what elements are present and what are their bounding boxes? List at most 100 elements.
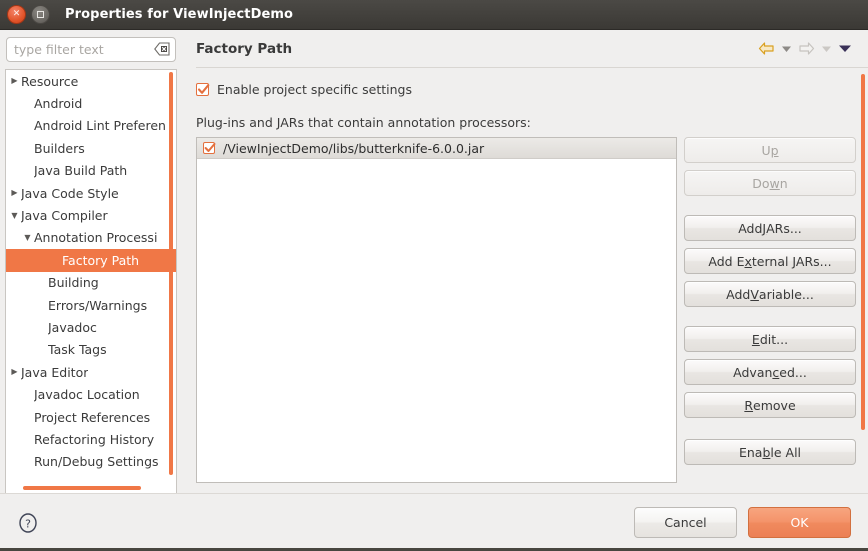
add-variable-button[interactable]: Add Variable...	[684, 281, 856, 307]
sidebar-item-java-compiler[interactable]: ▼ Java Compiler	[6, 204, 176, 226]
page-vertical-scrollbar[interactable]	[861, 74, 865, 430]
remove-button[interactable]: Remove	[684, 392, 856, 418]
filter-input[interactable]	[6, 37, 176, 62]
settings-tree[interactable]: ▶ Resource Android Android Lint Preferen Bui…	[5, 69, 177, 493]
button-label-mnemonic: x	[744, 253, 752, 269]
dialog-footer: ? Cancel OK	[0, 493, 868, 551]
button-label-mnemonic: V	[750, 286, 759, 302]
sidebar-item-building[interactable]: Building	[6, 272, 176, 294]
button-label-part2: ARs...	[766, 220, 802, 236]
sidebar-vertical-scrollbar[interactable]	[169, 72, 173, 475]
sidebar-item-android[interactable]: Android	[6, 92, 176, 114]
button-label-part1: Add	[738, 220, 763, 236]
chevron-down-icon[interactable]: ▼	[8, 211, 21, 220]
down-button: Do w n	[684, 170, 856, 196]
sidebar-item-label: Project References	[34, 409, 151, 425]
title-bar: ✕ Properties for ViewInjectDemo	[0, 0, 868, 30]
dialog-body: ▶ResourceAndroidAndroid Lint PreferenBui…	[0, 30, 868, 493]
button-label-part2: le All	[770, 444, 802, 460]
sidebar-item-label: Android Lint Preferen	[34, 118, 166, 134]
sidebar-item-label: Resource	[21, 73, 79, 89]
sidebar-item-task-tags[interactable]: Task Tags	[6, 339, 176, 361]
sidebar-item-run-debug-settings[interactable]: Run/Debug Settings	[6, 451, 176, 473]
page-menu-chevron-down-icon[interactable]	[834, 38, 856, 60]
close-icon[interactable]: ✕	[7, 5, 26, 24]
sidebar-item-label: Task Tags	[48, 342, 107, 358]
jar-list-item[interactable]: /ViewInjectDemo/libs/butterknife-6.0.0.j…	[197, 138, 676, 159]
sidebar-item-java-code-style[interactable]: ▶ Java Code Style	[6, 182, 176, 204]
enable-all-button[interactable]: Ena b le All	[684, 439, 856, 465]
button-label-part1: Do	[752, 175, 770, 191]
button-label-part1: Add	[726, 286, 751, 302]
button-label-part1: Add E	[708, 253, 745, 269]
back-history-chevron-down-icon[interactable]	[778, 38, 794, 60]
sidebar-item-label: Java Compiler	[21, 208, 108, 224]
sidebar-item-label: Javadoc	[48, 319, 97, 335]
sidebar-item-label: Annotation Processi	[34, 230, 158, 246]
chevron-right-icon[interactable]: ▶	[8, 189, 21, 197]
page-content: Enable project specific settings Plug-in…	[196, 68, 868, 493]
enable-project-specific-settings-checkbox[interactable]	[196, 82, 210, 96]
sidebar-item-annotation-processi[interactable]: ▼ Annotation Processi	[6, 227, 176, 249]
button-label-part2: n	[779, 175, 788, 191]
button-label-part2: dit...	[759, 331, 789, 347]
sidebar-horizontal-scrollbar[interactable]	[23, 486, 141, 490]
jar-list-label: Plug-ins and JARs that contain annotatio…	[196, 115, 531, 130]
sidebar-item-java-editor[interactable]: ▶ Java Editor	[6, 361, 176, 383]
jar-enabled-checkbox[interactable]	[203, 142, 216, 154]
jar-list[interactable]: /ViewInjectDemo/libs/butterknife-6.0.0.j…	[196, 137, 677, 483]
chevron-right-icon[interactable]: ▶	[8, 368, 21, 376]
clear-text-icon[interactable]	[154, 42, 170, 56]
sidebar-item-javadoc[interactable]: Javadoc	[6, 316, 176, 338]
svg-text:?: ?	[25, 517, 31, 530]
edit-button[interactable]: Edit...	[684, 326, 856, 352]
button-label-part2: ed...	[779, 364, 807, 380]
sidebar-item-label: Javadoc Location	[34, 387, 140, 403]
settings-sidebar: ▶ResourceAndroidAndroid Lint PreferenBui…	[0, 30, 182, 493]
filter-field-wrapper	[6, 37, 176, 62]
sidebar-item-label: Refactoring History	[34, 431, 155, 447]
sidebar-item-label: Building	[48, 275, 99, 291]
button-label-mnemonic: R	[744, 397, 754, 413]
button-label-mnemonic: b	[762, 444, 771, 460]
sidebar-item-label: Java Code Style	[21, 185, 119, 201]
add-external-jars-button[interactable]: Add Ex ternal JARs...	[684, 248, 856, 274]
button-label-mnemonic: E	[751, 331, 760, 347]
sidebar-item-java-build-path[interactable]: Java Build Path	[6, 160, 176, 182]
button-label-part2: emove	[753, 397, 796, 413]
sidebar-item-errors-warnings[interactable]: Errors/Warnings	[6, 294, 176, 316]
sidebar-item-builders[interactable]: Builders	[6, 137, 176, 159]
page-navigation	[754, 38, 856, 60]
jar-action-buttons: Up Do w n Add J ARs... Add Ex ternal JARs... Add…	[684, 137, 856, 483]
chevron-down-icon[interactable]: ▼	[21, 233, 34, 242]
sidebar-item-label: Java Editor	[21, 364, 89, 380]
properties-dialog: ✕ Properties for ViewInjectDemo ▶Resourc…	[0, 0, 868, 551]
maximize-icon[interactable]	[31, 5, 50, 24]
sidebar-item-factory-path[interactable]: Factory Path	[6, 249, 176, 272]
help-icon[interactable]: ?	[17, 512, 39, 534]
button-label-mnemonic: c	[772, 364, 780, 380]
button-label-mnemonic: p	[770, 142, 779, 158]
page-title: Factory Path	[196, 40, 293, 57]
button-label-part1: U	[761, 142, 771, 158]
sidebar-item-label: Run/Debug Settings	[34, 454, 159, 470]
sidebar-item-refactoring-history[interactable]: Refactoring History	[6, 428, 176, 450]
sidebar-item-label: Factory Path	[62, 252, 140, 268]
sidebar-item-resource[interactable]: ▶ Resource	[6, 70, 176, 92]
enable-project-specific-settings-label: Enable project specific settings	[217, 82, 412, 97]
cancel-button[interactable]: Cancel	[634, 507, 737, 538]
sidebar-item-android-lint-preferen[interactable]: Android Lint Preferen	[6, 115, 176, 137]
sidebar-item-label: Errors/Warnings	[48, 297, 148, 313]
chevron-right-icon[interactable]: ▶	[8, 77, 21, 85]
enable-project-specific-settings-row[interactable]: Enable project specific settings	[196, 79, 856, 99]
button-label-part1: Advan	[733, 364, 773, 380]
button-label-part2: ternal JARs...	[751, 253, 832, 269]
add-jars-button[interactable]: Add J ARs...	[684, 215, 856, 241]
advanced-button[interactable]: Advan c ed...	[684, 359, 856, 385]
sidebar-item-label: Android	[34, 96, 83, 112]
forward-arrow-icon	[794, 38, 818, 60]
sidebar-item-project-references[interactable]: Project References	[6, 406, 176, 428]
sidebar-item-javadoc-location[interactable]: Javadoc Location	[6, 383, 176, 405]
ok-button[interactable]: OK	[748, 507, 851, 538]
back-arrow-icon[interactable]	[754, 38, 778, 60]
